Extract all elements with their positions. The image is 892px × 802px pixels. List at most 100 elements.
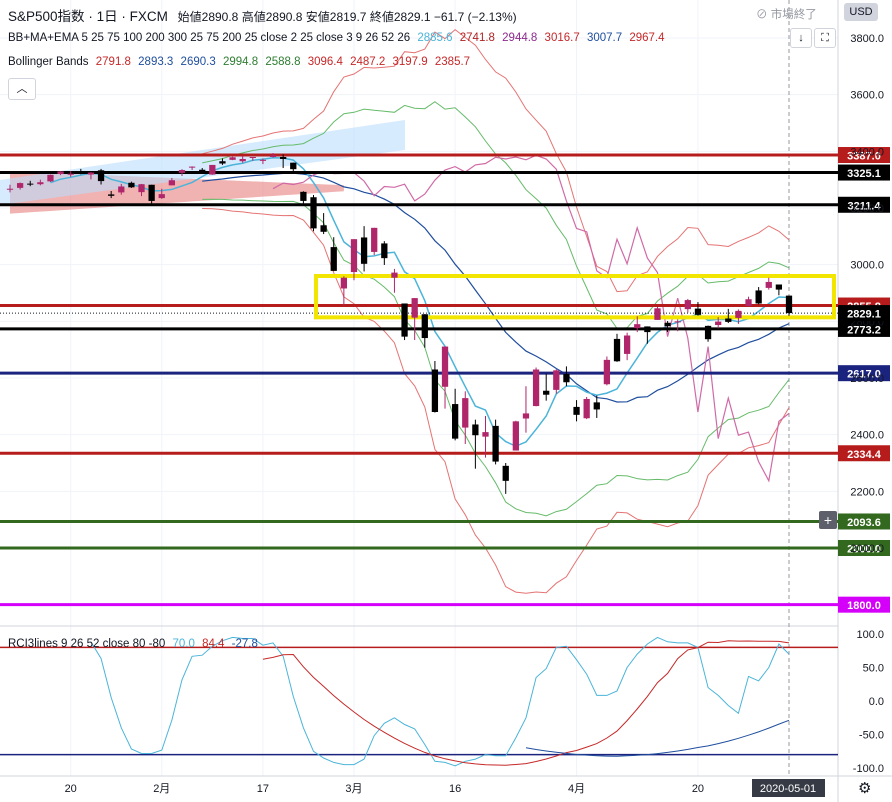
gear-icon[interactable]: ⚙	[858, 779, 871, 797]
y-tick-label: 3400.0	[850, 146, 884, 158]
candle-body	[188, 166, 196, 168]
candle-body	[492, 425, 499, 462]
candle-body	[532, 369, 540, 407]
candle-body	[553, 370, 560, 390]
candle-body	[421, 314, 428, 339]
candle-body	[654, 308, 661, 320]
candle-body	[401, 303, 408, 337]
symbol-name[interactable]: S&P500指数	[8, 9, 85, 24]
time-axis: 20 2月 17 3月 16 4月 20 2020-05-01	[65, 779, 825, 797]
bollinger-legend[interactable]: Bollinger Bands 2791.8 2893.3 2690.3 299…	[8, 56, 470, 68]
candle-body	[563, 374, 570, 383]
candle-body	[16, 183, 24, 188]
candle-body	[704, 325, 712, 340]
open-label: 始値	[177, 10, 202, 24]
bollinger-value: 2893.3	[138, 56, 174, 68]
bb-ma-ema-value: 2741.8	[459, 32, 495, 44]
rci-value: 84.4	[202, 638, 225, 650]
candle-body	[462, 398, 469, 428]
level-label: 3325.1	[847, 168, 881, 180]
candle-body	[199, 169, 206, 173]
candle-body	[775, 284, 783, 290]
bollinger-value: 2588.8	[265, 56, 301, 68]
rci-value: 70.0	[172, 638, 195, 650]
candle-body	[391, 272, 398, 278]
bollinger-lower	[202, 198, 790, 517]
market-status: ⊘ 市場終了	[756, 6, 817, 22]
bb-ma-ema-legend[interactable]: BB+MA+EMA 5 25 75 100 200 300 25 75 200 …	[8, 32, 665, 44]
rci-value: -27.8	[231, 638, 258, 650]
high-label: 高値	[241, 10, 266, 24]
x-tick-label: 4月	[568, 783, 585, 795]
rci-label: RCI3lines 9 26 52 close 80 -80	[8, 638, 166, 650]
candle-body	[573, 406, 580, 415]
rci-tick-label: -100.0	[853, 763, 884, 775]
candle-body	[27, 183, 34, 185]
candle-body	[512, 421, 519, 451]
rci-tick-label: -50.0	[859, 730, 884, 742]
closed-icon: ⊘	[756, 9, 768, 21]
bb-ma-ema-value: 2944.8	[502, 32, 538, 44]
scroll-down-button[interactable]: ↓	[790, 28, 812, 48]
chart-header: S&P500指数 · 1日 · FXCM 始値2890.8 高値2890.8 安…	[8, 9, 517, 24]
fullscreen-button[interactable]: ⛶	[814, 28, 836, 48]
candle-body	[209, 164, 216, 175]
candle-body	[37, 182, 44, 185]
rci-legend[interactable]: RCI3lines 9 26 52 close 80 -80 70.0 84.4…	[8, 638, 258, 650]
x-tick-label: 16	[449, 783, 461, 795]
candle-body	[745, 299, 752, 307]
bb-ma-ema-value: 2885.6	[417, 32, 453, 44]
x-tick-label: 3月	[345, 783, 362, 795]
low-label: 安値	[305, 10, 330, 24]
plus-icon: +	[823, 512, 833, 528]
bb-ma-ema-value: 3016.7	[544, 32, 580, 44]
candle-body	[178, 170, 186, 173]
data-source: FXCM	[129, 9, 168, 24]
candle-body	[371, 227, 378, 252]
open-value: 2890.8	[201, 10, 239, 24]
rci-series-line	[525, 719, 790, 757]
candle-body	[6, 188, 14, 190]
candle-body	[664, 322, 671, 327]
candle-body	[158, 194, 165, 199]
candle-body	[411, 298, 418, 318]
candle-body	[330, 247, 337, 271]
candle-body	[522, 413, 530, 419]
chevron-up-icon: ︿	[16, 83, 28, 95]
interval[interactable]: 1日	[97, 9, 118, 24]
candle-body	[755, 290, 762, 304]
candle-body	[452, 404, 459, 439]
bb-ma-ema-value: 3007.7	[586, 32, 623, 44]
candle-body	[502, 465, 509, 481]
candle-body	[57, 171, 64, 174]
currency-badge[interactable]: USD	[844, 3, 878, 21]
level-label: 2093.6	[847, 517, 881, 529]
y-tick-label: 2200.0	[850, 486, 884, 498]
close-value: 2829.1	[393, 10, 431, 24]
candle-body	[138, 184, 145, 193]
y-tick-label: 3600.0	[850, 90, 884, 102]
price-chart[interactable]: 100.0 50.0 0.0 -50.0 -100.0 3387.03325.13211…	[0, 0, 892, 802]
candle-body	[219, 161, 226, 164]
candle-body	[239, 158, 246, 162]
bollinger-value: 3096.4	[307, 56, 343, 68]
bollinger-value: 2690.3	[180, 56, 216, 68]
candle-body	[300, 191, 307, 201]
low-value: 2819.7	[329, 10, 367, 24]
current-date-label: 2020-05-01	[760, 783, 816, 795]
bollinger-lower	[202, 208, 790, 594]
candle-body	[310, 197, 317, 229]
candle-body	[148, 184, 155, 201]
bollinger-label: Bollinger Bands	[8, 56, 89, 68]
candle-body	[229, 157, 236, 160]
y-tick-label: 2400.0	[850, 430, 884, 442]
candle-body	[543, 390, 550, 395]
add-alert-button[interactable]: +	[819, 511, 837, 529]
price-axis: 3387.03325.13211.42855.82773.22617.02334…	[838, 33, 890, 613]
candle-body	[108, 194, 115, 196]
y-tick-label: 3200.0	[850, 203, 884, 215]
bollinger-value: 2487.2	[350, 56, 386, 68]
candle-body	[118, 186, 125, 193]
y-tick-label: 3800.0	[850, 33, 884, 45]
collapse-legend-button[interactable]: ︿	[8, 78, 36, 100]
